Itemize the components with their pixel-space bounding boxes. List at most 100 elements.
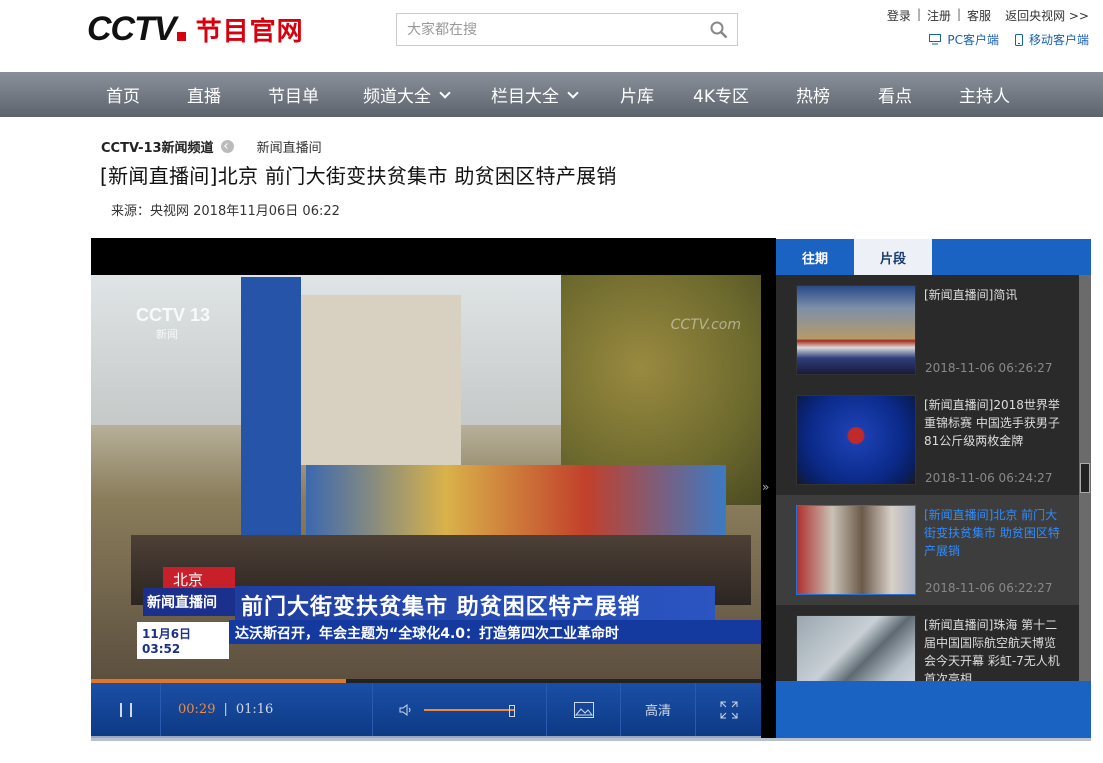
screenshot-button[interactable] bbox=[547, 683, 621, 736]
tab-clips[interactable]: 片段 bbox=[854, 239, 932, 275]
login-link[interactable]: 登录 bbox=[887, 7, 911, 24]
clip-thumbnail[interactable] bbox=[796, 395, 916, 485]
nav-item-home[interactable]: 首页 bbox=[106, 72, 140, 117]
clip-date: 2018-11-06 06:24:27 bbox=[925, 471, 1053, 485]
nav-item-library[interactable]: 片库 bbox=[620, 72, 654, 117]
logo-text: CCTV bbox=[87, 10, 177, 48]
video-scene-building bbox=[301, 295, 461, 465]
time-display: 00:29 | 01:16 bbox=[161, 683, 373, 736]
video-player[interactable]: CCTV 13 新闻 CCTV.com 北京 新闻直播间 前门大街变扶贫集市 助贫… bbox=[91, 238, 776, 738]
nav-item-schedule[interactable]: 节目单 bbox=[268, 72, 319, 117]
side-panel-footer bbox=[776, 681, 1091, 738]
list-item[interactable]: [新闻直播间]简讯 2018-11-06 06:26:27 bbox=[776, 275, 1079, 385]
time-divider: | bbox=[223, 702, 228, 717]
duration: 01:16 bbox=[235, 702, 274, 717]
clip-title[interactable]: [新闻直播间]珠海 第十二届中国国际航空航天博览会今天开幕 彩虹-7无人机首次亮… bbox=[924, 616, 1064, 681]
back-to-cctv-link[interactable]: 返回央视网 >> bbox=[1005, 7, 1089, 24]
logo-dot bbox=[176, 32, 186, 41]
volume-control[interactable] bbox=[373, 683, 547, 736]
divider: | bbox=[957, 7, 962, 21]
divider: | bbox=[916, 7, 921, 21]
clip-title[interactable]: [新闻直播间]2018世界举重锦标赛 中国选手获男子81公斤级两枚金牌 bbox=[924, 396, 1064, 450]
news-ticker: 达沃斯召开，年会主题为“全球化4.0：打造第四次工业革命时 bbox=[229, 620, 761, 644]
quality-button[interactable]: 高清 bbox=[621, 683, 696, 736]
divider-line bbox=[91, 738, 1091, 741]
video-frame[interactable]: CCTV 13 新闻 CCTV.com 北京 新闻直播间 前门大街变扶贫集市 助贫… bbox=[91, 275, 761, 681]
picture-icon bbox=[573, 701, 594, 718]
clip-title[interactable]: [新闻直播间]北京 前门大街变扶贫集市 助贫困区特产展销 bbox=[924, 506, 1064, 560]
clip-list: [新闻直播间]简讯 2018-11-06 06:26:27 [新闻直播间]201… bbox=[776, 275, 1079, 681]
clip-thumbnail[interactable] bbox=[796, 505, 916, 595]
monitor-icon bbox=[929, 34, 942, 45]
register-link[interactable]: 注册 bbox=[927, 7, 951, 24]
mobile-client-link[interactable]: 移动客户端 bbox=[1014, 31, 1089, 48]
phone-icon bbox=[1014, 33, 1023, 46]
mobile-client-label: 移动客户端 bbox=[1028, 33, 1089, 47]
main-nav: 首页 直播 节目单 频道大全 栏目大全 片库 4K专区 热榜 看点 主持人 bbox=[0, 72, 1103, 117]
chevron-right-icon bbox=[220, 140, 234, 153]
chevron-down-icon bbox=[567, 86, 579, 99]
clip-thumbnail[interactable] bbox=[796, 615, 916, 681]
search-icon[interactable] bbox=[710, 21, 728, 39]
nav-label: 节目单 bbox=[268, 87, 319, 107]
video-watermark: CCTV.com bbox=[670, 317, 741, 333]
clip-thumbnail[interactable] bbox=[796, 285, 916, 375]
article-source: 来源：央视网 2018年11月06日 06:22 bbox=[111, 204, 340, 219]
clip-date: 2018-11-06 06:26:27 bbox=[925, 361, 1053, 375]
clip-date: 2018-11-06 06:22:27 bbox=[925, 581, 1053, 595]
player-controls: 00:29 | 01:16 高清 bbox=[91, 683, 761, 738]
search-input[interactable] bbox=[397, 14, 697, 45]
page-title: [新闻直播间]北京 前门大街变扶贫集市 助贫困区特产展销 bbox=[100, 164, 617, 188]
nav-item-columns[interactable]: 栏目大全 bbox=[491, 72, 579, 117]
top-links: 登录 | 注册 | 客服 返回央视网 >> bbox=[887, 7, 1089, 24]
datetime-caption: 11月6日 03:52 bbox=[137, 622, 229, 659]
breadcrumb-channel[interactable]: CCTV-13新闻频道 bbox=[101, 137, 214, 156]
volume-slider[interactable] bbox=[424, 704, 515, 717]
chevron-down-icon bbox=[439, 86, 451, 99]
nav-item-channels[interactable]: 频道大全 bbox=[363, 72, 451, 117]
logo-subtitle: 节目官网 bbox=[195, 17, 304, 47]
nav-label: 首页 bbox=[106, 87, 140, 107]
nav-item-live[interactable]: 直播 bbox=[187, 72, 221, 117]
nav-label: 栏目大全 bbox=[491, 87, 559, 107]
clip-title[interactable]: [新闻直播间]简讯 bbox=[924, 286, 1064, 304]
client-links: PC客户端 移动客户端 bbox=[929, 31, 1089, 48]
nav-item-hosts[interactable]: 主持人 bbox=[959, 72, 1010, 117]
current-time: 00:29 bbox=[178, 702, 216, 717]
clip-tabs: 往期 片段 bbox=[776, 239, 1091, 275]
tab-past-episodes[interactable]: 往期 bbox=[776, 239, 854, 275]
channel-bug: CCTV 13 新闻 bbox=[136, 305, 210, 342]
search-box bbox=[396, 13, 738, 46]
headline-caption: 前门大街变扶贫集市 助贫困区特产展销 bbox=[235, 586, 715, 620]
breadcrumb-program[interactable]: 新闻直播间 bbox=[257, 137, 322, 156]
fullscreen-icon bbox=[720, 701, 737, 718]
pc-client-label: PC客户端 bbox=[947, 33, 999, 47]
cctv-logo[interactable]: CCTV 节目官网 bbox=[87, 10, 304, 49]
list-item[interactable]: [新闻直播间]2018世界举重锦标赛 中国选手获男子81公斤级两枚金牌 2018… bbox=[776, 385, 1079, 495]
nav-label: 热榜 bbox=[796, 87, 830, 107]
expand-sidebar-icon[interactable]: » bbox=[762, 480, 769, 494]
show-name-caption: 新闻直播间 bbox=[143, 588, 235, 616]
nav-label: 片库 bbox=[620, 87, 654, 107]
scrollbar-thumb[interactable] bbox=[1080, 463, 1090, 493]
clip-list-scrollbar[interactable] bbox=[1079, 275, 1091, 681]
nav-item-4k[interactable]: 4K专区 bbox=[693, 72, 749, 117]
pc-client-link[interactable]: PC客户端 bbox=[929, 31, 999, 48]
fullscreen-button[interactable] bbox=[696, 683, 761, 736]
nav-label: 看点 bbox=[878, 87, 912, 107]
list-item-active[interactable]: [新闻直播间]北京 前门大街变扶贫集市 助贫困区特产展销 2018-11-06 … bbox=[776, 495, 1079, 605]
nav-label: 主持人 bbox=[959, 87, 1010, 107]
pause-button[interactable] bbox=[91, 683, 161, 736]
breadcrumb: CCTV-13新闻频道 新闻直播间 bbox=[101, 137, 322, 156]
list-item[interactable]: [新闻直播间]珠海 第十二届中国国际航空航天博览会今天开幕 彩虹-7无人机首次亮… bbox=[776, 605, 1079, 681]
nav-label: 4K专区 bbox=[693, 87, 749, 107]
nav-item-highlights[interactable]: 看点 bbox=[878, 72, 912, 117]
channel-bug-sub: 新闻 bbox=[156, 329, 178, 341]
service-link[interactable]: 客服 bbox=[967, 7, 991, 24]
channel-bug-text: CCTV 13 bbox=[136, 305, 211, 325]
nav-label: 直播 bbox=[187, 87, 221, 107]
nav-item-hot[interactable]: 热榜 bbox=[796, 72, 830, 117]
nav-label: 频道大全 bbox=[363, 87, 431, 107]
speaker-icon[interactable] bbox=[398, 702, 414, 718]
pause-icon bbox=[129, 702, 132, 717]
